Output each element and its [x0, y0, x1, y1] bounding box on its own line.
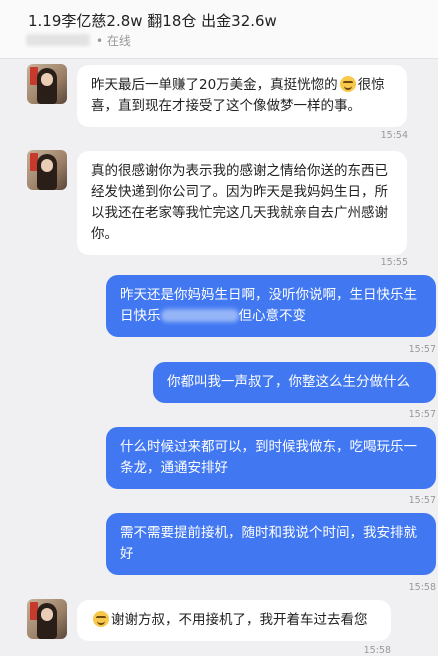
chat-header: 1.19李亿慈2.8w 翻18仓 出金32.6w • 在线	[0, 0, 438, 59]
message-timestamp: 15:58	[408, 582, 436, 593]
message-timestamp: 15:54	[380, 130, 408, 141]
message-bubble-outgoing[interactable]: 需不需要提前接机，随时和我说个时间，我安排就好	[106, 513, 436, 575]
message-bubble-outgoing[interactable]: 什么时候过来都可以，到时候我做东，吃喝玩乐一条龙，通通安排好	[106, 427, 436, 489]
chat-title[interactable]: 1.19李亿慈2.8w 翻18仓 出金32.6w	[28, 10, 277, 31]
contact-avatar[interactable]	[27, 150, 67, 190]
message-list[interactable]: 昨天最后一单赚了20万美金，真挺恍惚的 很惊喜，直到现在才接受了这个像做梦一样的事…	[0, 59, 438, 656]
grinning-sweat-emoji-icon	[93, 611, 109, 627]
online-status: • 在线	[96, 34, 131, 48]
message-timestamp: 15:55	[380, 257, 408, 268]
message-bubble-incoming[interactable]: 谢谢方叔，不用接机了，我开着车过去看您	[77, 600, 391, 641]
message-bubble-outgoing[interactable]: 你都叫我一声叔了，你整这么生分做什么	[153, 362, 436, 403]
message-bubble-outgoing[interactable]: 昨天还是你妈妈生日啊，没听你说啊，生日快乐生日快乐 但心意不变	[106, 275, 436, 337]
message-bubble-incoming[interactable]: 真的很感谢你为表示我的感谢之情给你送的东西已经发快递到你公司了。因为昨天是我妈妈…	[77, 151, 407, 255]
contact-avatar[interactable]	[27, 64, 67, 104]
contact-avatar[interactable]	[27, 599, 67, 639]
message-timestamp: 15:58	[363, 645, 391, 656]
message-timestamp: 15:57	[408, 344, 436, 355]
blurred-username	[26, 34, 90, 46]
message-timestamp: 15:57	[408, 409, 436, 420]
grinning-sweat-emoji-icon	[339, 76, 356, 92]
message-bubble-incoming[interactable]: 昨天最后一单赚了20万美金，真挺恍惚的 很惊喜，直到现在才接受了这个像做梦一样的事…	[77, 65, 407, 127]
message-timestamp: 15:57	[408, 495, 436, 506]
blurred-text	[160, 309, 239, 322]
